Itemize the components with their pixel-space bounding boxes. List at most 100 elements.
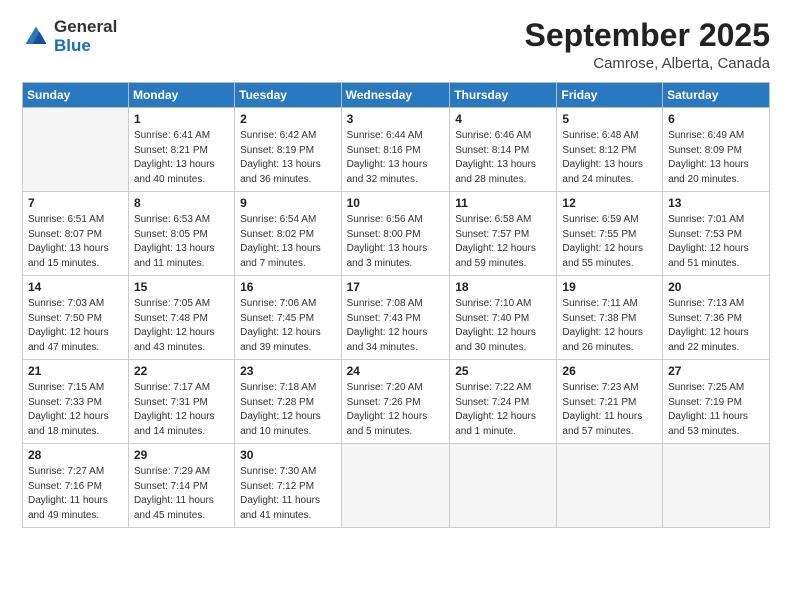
header: General Blue September 2025 Camrose, Alb…	[22, 18, 770, 72]
day-info: Sunrise: 7:06 AMSunset: 7:45 PMDaylight:…	[240, 297, 335, 355]
calendar-day-cell: 2Sunrise: 6:42 AMSunset: 8:19 PMDaylight…	[235, 108, 341, 192]
day-info: Sunrise: 7:15 AMSunset: 7:33 PMDaylight:…	[28, 381, 123, 439]
page: General Blue September 2025 Camrose, Alb…	[0, 0, 792, 612]
sunrise-text: Sunrise: 6:46 AM	[455, 130, 531, 141]
calendar-table: Sunday Monday Tuesday Wednesday Thursday…	[22, 82, 770, 528]
calendar-day-cell: 15Sunrise: 7:05 AMSunset: 7:48 PMDayligh…	[128, 276, 234, 360]
day-info: Sunrise: 6:51 AMSunset: 8:07 PMDaylight:…	[28, 213, 123, 271]
day-number: 18	[455, 280, 551, 294]
day-number: 4	[455, 112, 551, 126]
calendar-day-cell: 11 Sunrise: 6:58 AMSunset: 7:57 PMDayligh…	[450, 192, 557, 276]
sunrise-text: Sunrise: 7:27 AM	[28, 466, 104, 477]
calendar-week-row: 1 Sunrise: 6:41 AMSunset: 8:21 PMDaylight…	[23, 108, 770, 192]
calendar-week-row: 28Sunrise: 7:27 AMSunset: 7:16 PMDayligh…	[23, 444, 770, 528]
sunset-text: Sunset: 7:38 PM	[562, 313, 636, 324]
calendar-day-cell: 21Sunrise: 7:15 AMSunset: 7:33 PMDayligh…	[23, 360, 129, 444]
daylight-text: Daylight: 12 hours and 22 minutes.	[668, 327, 749, 353]
header-sunday: Sunday	[23, 83, 129, 108]
daylight-text: Daylight: 12 hours and 1 minute.	[455, 411, 536, 437]
daylight-text: Daylight: 12 hours and 30 minutes.	[455, 327, 536, 353]
sunset-text: Sunset: 7:16 PM	[28, 481, 102, 492]
sunset-text: Sunset: 7:36 PM	[668, 313, 742, 324]
daylight-text: Daylight: 12 hours and 51 minutes.	[668, 243, 749, 269]
sunrise-text: Sunrise: 6:48 AM	[562, 130, 638, 141]
day-number: 11	[455, 196, 551, 210]
day-number: 26	[562, 364, 657, 378]
sunrise-text: Sunrise: 6:56 AM	[347, 214, 423, 225]
day-info: Sunrise: 6:49 AMSunset: 8:09 PMDaylight:…	[668, 129, 764, 187]
day-number: 16	[240, 280, 335, 294]
calendar-day-cell: 17Sunrise: 7:08 AMSunset: 7:43 PMDayligh…	[341, 276, 450, 360]
daylight-text: Daylight: 12 hours and 10 minutes.	[240, 411, 321, 437]
daylight-text: Daylight: 12 hours and 34 minutes.	[347, 327, 428, 353]
sunrise-text: Sunrise: 7:11 AM	[562, 298, 637, 309]
calendar-day-cell: 24Sunrise: 7:20 AMSunset: 7:26 PMDayligh…	[341, 360, 450, 444]
calendar-day-cell	[663, 444, 770, 528]
day-number: 17	[347, 280, 445, 294]
day-number: 13	[668, 196, 764, 210]
calendar-day-cell	[341, 444, 450, 528]
daylight-text: Daylight: 13 hours and 24 minutes.	[562, 159, 643, 185]
sunset-text: Sunset: 7:26 PM	[347, 397, 421, 408]
calendar-day-cell: 3Sunrise: 6:44 AMSunset: 8:16 PMDaylight…	[341, 108, 450, 192]
sunrise-text: Sunrise: 7:20 AM	[347, 382, 423, 393]
daylight-text: Daylight: 13 hours and 11 minutes.	[134, 243, 215, 269]
calendar-day-cell: 5Sunrise: 6:48 AMSunset: 8:12 PMDaylight…	[557, 108, 663, 192]
day-number: 20	[668, 280, 764, 294]
sunrise-text: Sunrise: 6:44 AM	[347, 130, 423, 141]
day-info: Sunrise: 6:41 AMSunset: 8:21 PMDaylight:…	[134, 129, 229, 187]
daylight-text: Daylight: 13 hours and 20 minutes.	[668, 159, 749, 185]
sunset-text: Sunset: 7:43 PM	[347, 313, 421, 324]
day-info: Sunrise: 6:58 AMSunset: 7:57 PMDaylight:…	[455, 213, 551, 271]
sunset-text: Sunset: 7:24 PM	[455, 397, 529, 408]
sunset-text: Sunset: 8:16 PM	[347, 145, 421, 156]
sunrise-text: Sunrise: 6:54 AM	[240, 214, 316, 225]
day-info: Sunrise: 7:22 AMSunset: 7:24 PMDaylight:…	[455, 381, 551, 439]
day-info: Sunrise: 7:23 AMSunset: 7:21 PMDaylight:…	[562, 381, 657, 439]
sunrise-text: Sunrise: 6:42 AM	[240, 130, 316, 141]
sunrise-text: Sunrise: 7:17 AM	[134, 382, 210, 393]
sunrise-text: Sunrise: 7:15 AM	[28, 382, 104, 393]
daylight-text: Daylight: 13 hours and 28 minutes.	[455, 159, 536, 185]
sunrise-text: Sunrise: 7:01 AM	[668, 214, 744, 225]
calendar-body: 1 Sunrise: 6:41 AMSunset: 8:21 PMDaylight…	[23, 108, 770, 528]
day-info: Sunrise: 7:01 AMSunset: 7:53 PMDaylight:…	[668, 213, 764, 271]
sunrise-text: Sunrise: 6:41 AM	[134, 130, 210, 141]
calendar-day-cell: 25Sunrise: 7:22 AMSunset: 7:24 PMDayligh…	[450, 360, 557, 444]
calendar-day-cell: 16 Sunrise: 7:06 AMSunset: 7:45 PMDayligh…	[235, 276, 341, 360]
sunset-text: Sunset: 7:31 PM	[134, 397, 208, 408]
calendar-day-cell: 10Sunrise: 6:56 AMSunset: 8:00 PMDayligh…	[341, 192, 450, 276]
daylight-text: Daylight: 13 hours and 7 minutes.	[240, 243, 321, 269]
daylight-text: Daylight: 11 hours and 45 minutes.	[134, 495, 214, 521]
day-info: Sunrise: 7:13 AMSunset: 7:36 PMDaylight:…	[668, 297, 764, 355]
sunrise-text: Sunrise: 6:49 AM	[668, 130, 744, 141]
day-number: 6	[668, 112, 764, 126]
sunrise-text: Sunrise: 6:51 AM	[28, 214, 104, 225]
day-info: Sunrise: 7:11 AMSunset: 7:38 PMDaylight:…	[562, 297, 657, 355]
day-number: 2	[240, 112, 335, 126]
day-number: 3	[347, 112, 445, 126]
logo-general-label: General	[54, 18, 117, 37]
day-header-row: Sunday Monday Tuesday Wednesday Thursday…	[23, 83, 770, 108]
sunrise-text: Sunrise: 7:25 AM	[668, 382, 744, 393]
calendar-day-cell: 8Sunrise: 6:53 AMSunset: 8:05 PMDaylight…	[128, 192, 234, 276]
day-info: Sunrise: 6:56 AMSunset: 8:00 PMDaylight:…	[347, 213, 445, 271]
sunset-text: Sunset: 7:50 PM	[28, 313, 102, 324]
day-number: 15	[134, 280, 229, 294]
calendar-day-cell: 19Sunrise: 7:11 AMSunset: 7:38 PMDayligh…	[557, 276, 663, 360]
calendar-day-cell: 7Sunrise: 6:51 AMSunset: 8:07 PMDaylight…	[23, 192, 129, 276]
sunset-text: Sunset: 8:00 PM	[347, 229, 421, 240]
calendar-day-cell: 18Sunrise: 7:10 AMSunset: 7:40 PMDayligh…	[450, 276, 557, 360]
day-info: Sunrise: 7:29 AM Sunset: 7:14 PM Daylight:…	[134, 465, 229, 523]
day-number: 29	[134, 448, 229, 462]
day-number: 1	[134, 112, 229, 126]
calendar-day-cell: 13 Sunrise: 7:01 AMSunset: 7:53 PMDayligh…	[663, 192, 770, 276]
daylight-text: Daylight: 13 hours and 36 minutes.	[240, 159, 321, 185]
day-number: 30	[240, 448, 335, 462]
sunset-text: Sunset: 7:14 PM	[134, 481, 208, 492]
calendar-day-cell: 4Sunrise: 6:46 AMSunset: 8:14 PMDaylight…	[450, 108, 557, 192]
sunrise-text: Sunrise: 7:29 AM	[134, 466, 210, 477]
day-number: 24	[347, 364, 445, 378]
sunrise-text: Sunrise: 6:58 AM	[455, 214, 531, 225]
location-title: Camrose, Alberta, Canada	[525, 55, 770, 72]
